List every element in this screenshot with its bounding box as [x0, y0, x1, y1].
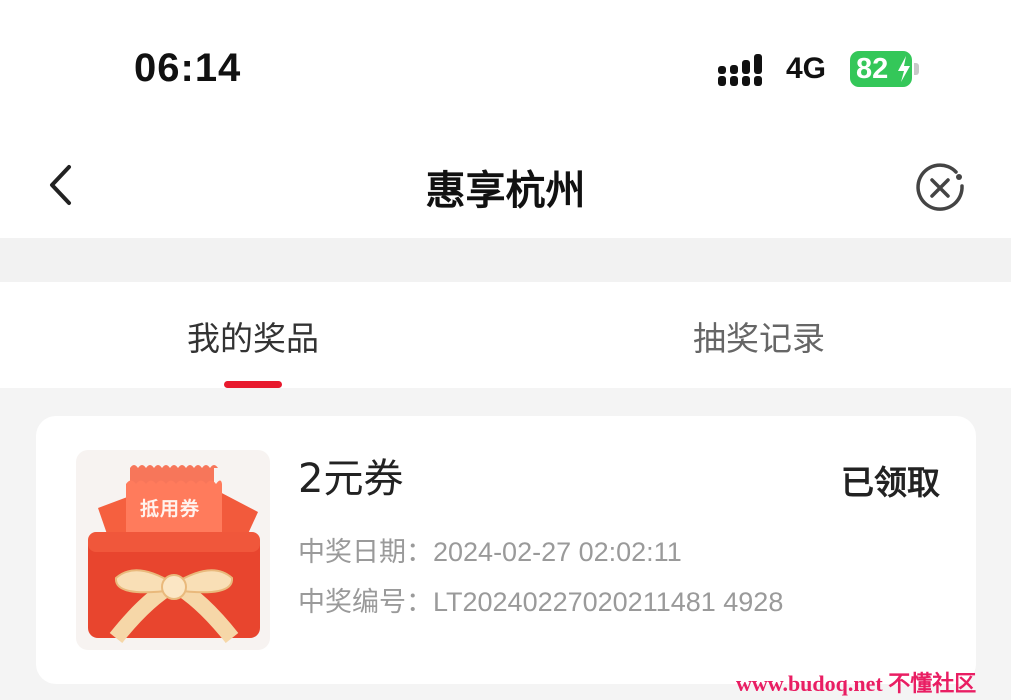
- tab-bar: 我的奖品 抽奖记录: [0, 282, 1011, 388]
- win-date-value: 2024-02-27 02:02:11: [433, 537, 682, 567]
- red-envelope-gift-icon: [88, 465, 260, 643]
- close-button[interactable]: [912, 160, 968, 216]
- coupon-image: 抵用券: [76, 450, 270, 650]
- prize-name: 2元券: [298, 456, 404, 502]
- prize-card[interactable]: 抵用券 2元券 已领取 中奖日期：2024-02-27 02:02:11 中奖编…: [36, 416, 976, 684]
- tab-my-prizes[interactable]: 我的奖品: [187, 312, 319, 360]
- status-time: 06:14: [134, 46, 242, 90]
- win-code-label: 中奖编号：: [298, 587, 433, 618]
- network-type: 4G: [786, 52, 827, 85]
- active-tab-indicator: [224, 381, 282, 388]
- coupon-image-label: 抵用券: [140, 498, 201, 520]
- charging-bolt-icon: [898, 56, 910, 82]
- section-gap: [0, 238, 1011, 282]
- tab-draw-records[interactable]: 抽奖记录: [693, 312, 825, 360]
- watermark: www.budoq.net 不懂社区: [736, 671, 977, 696]
- close-circle-icon: [916, 163, 964, 211]
- win-date-row: 中奖日期：2024-02-27 02:02:11: [298, 530, 682, 569]
- prize-status-badge: 已领取: [841, 463, 940, 502]
- win-code-row: 中奖编号：LT20240227020211481 4928: [298, 580, 783, 619]
- signal-strength-icon: [718, 54, 762, 86]
- page-title: 惠享杭州: [425, 168, 586, 214]
- battery-level: 82: [856, 52, 889, 85]
- nav-header: 惠享杭州: [0, 140, 1011, 238]
- win-date-label: 中奖日期：: [298, 537, 433, 568]
- status-bar: 06:14 4G 82: [0, 0, 1011, 140]
- battery-nub: [914, 63, 919, 75]
- win-code-value: LT20240227020211481 4928: [433, 587, 784, 617]
